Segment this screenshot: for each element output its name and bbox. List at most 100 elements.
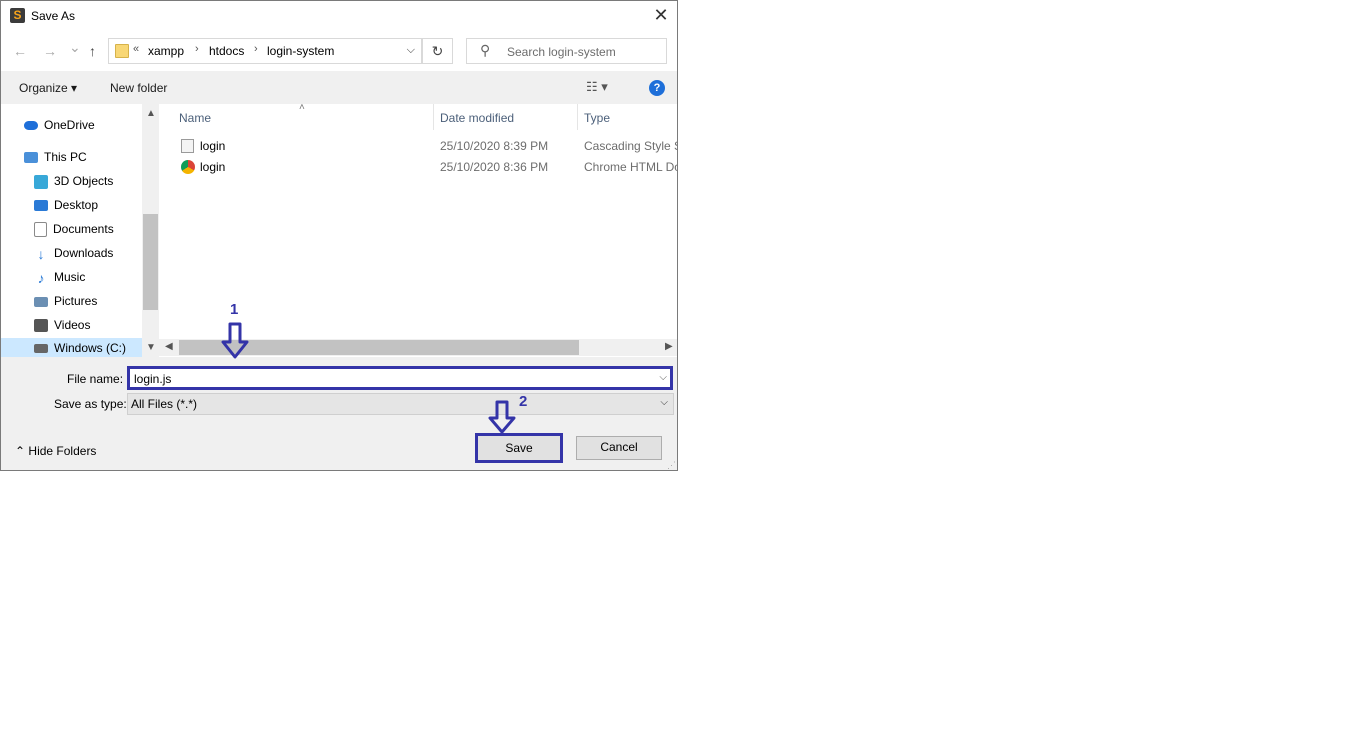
column-header-type[interactable]: Type bbox=[584, 111, 610, 125]
drive-icon bbox=[34, 344, 48, 354]
title-bar: S Save As ✕ bbox=[1, 1, 677, 31]
sidebar-item-label: Videos bbox=[54, 318, 91, 332]
sidebar-item-onedrive[interactable]: OneDrive bbox=[24, 115, 95, 135]
cloud-icon bbox=[24, 121, 38, 131]
breadcrumb-xampp[interactable]: xampp bbox=[148, 44, 184, 58]
picture-icon bbox=[34, 296, 48, 307]
sidebar-item-label: Desktop bbox=[54, 198, 99, 212]
file-type: Chrome HTML Do... bbox=[584, 160, 677, 174]
file-name: login bbox=[200, 160, 226, 174]
breadcrumb-htdocs[interactable]: htdocs bbox=[209, 44, 244, 58]
sidebar-scrollbar[interactable]: ▲ ▼ bbox=[142, 104, 159, 357]
annotation-step-2: 2 bbox=[519, 393, 528, 410]
sidebar-item-this-pc[interactable]: This PC bbox=[24, 147, 87, 167]
scroll-left-icon[interactable]: ◀ bbox=[165, 341, 173, 352]
file-name-input[interactable]: login.js ⌵ bbox=[127, 366, 673, 390]
sidebar-item-downloads[interactable]: ↓ Downloads bbox=[34, 243, 114, 263]
sidebar-item-label: Downloads bbox=[54, 246, 114, 260]
scrollbar-thumb[interactable] bbox=[143, 214, 158, 310]
computer-icon bbox=[24, 152, 38, 164]
refresh-icon[interactable]: ↻ bbox=[422, 38, 453, 64]
file-name-value: login.js bbox=[134, 372, 172, 386]
sidebar-item-label: Pictures bbox=[54, 294, 98, 308]
cancel-button[interactable]: Cancel bbox=[576, 436, 662, 460]
desktop-icon bbox=[34, 200, 48, 212]
chevron-up-icon: ⌃ bbox=[15, 444, 26, 458]
resize-grip-icon[interactable]: ⋰ bbox=[667, 460, 676, 471]
breadcrumb-login-system[interactable]: login-system bbox=[267, 44, 334, 58]
sidebar-item-label: 3D Objects bbox=[54, 174, 114, 188]
search-placeholder: Search login-system bbox=[507, 45, 616, 59]
scroll-right-icon[interactable]: ▶ bbox=[665, 341, 673, 352]
breadcrumb-overflow[interactable]: « bbox=[133, 43, 139, 55]
music-icon: ♪ bbox=[37, 269, 45, 286]
navigation-pane: OneDrive This PC 3D Objects Desktop Docu… bbox=[1, 104, 159, 357]
sidebar-item-3d-objects[interactable]: 3D Objects bbox=[34, 171, 113, 191]
table-row[interactable]: login 25/10/2020 8:36 PM Chrome HTML Do.… bbox=[159, 157, 677, 178]
navigation-bar: ← → ⌄ ↑ « xampp › htdocs › login-system … bbox=[1, 31, 677, 71]
document-icon bbox=[34, 222, 47, 238]
sidebar-item-label: Documents bbox=[53, 222, 114, 236]
new-folder-button[interactable]: New folder bbox=[110, 81, 167, 95]
address-bar[interactable]: « xampp › htdocs › login-system ⌵ bbox=[108, 38, 422, 64]
save-type-select[interactable]: All Files (*.*) ⌵ bbox=[127, 393, 674, 415]
file-date: 25/10/2020 8:39 PM bbox=[440, 139, 549, 153]
save-as-dialog: S Save As ✕ ← → ⌄ ↑ « xampp › htdocs › l… bbox=[0, 0, 678, 471]
folder-icon bbox=[115, 44, 129, 58]
forward-arrow-icon[interactable]: → bbox=[43, 43, 57, 59]
column-divider[interactable] bbox=[577, 104, 578, 130]
save-type-label: Save as type: bbox=[54, 397, 127, 411]
annotation-step-1: 1 bbox=[230, 301, 239, 318]
download-icon: ↓ bbox=[37, 245, 45, 262]
view-options-icon[interactable]: ☷ ▾ bbox=[586, 79, 608, 95]
hide-folders-button[interactable]: ⌃ Hide Folders bbox=[15, 444, 96, 458]
file-date: 25/10/2020 8:36 PM bbox=[440, 160, 549, 174]
sidebar-item-desktop[interactable]: Desktop bbox=[34, 195, 98, 215]
file-list: ˄ Name Date modified Type login 25/10/20… bbox=[159, 104, 677, 357]
sidebar-item-windows-c[interactable]: Windows (C:) bbox=[1, 338, 142, 357]
hide-folders-label: Hide Folders bbox=[28, 444, 97, 458]
sidebar-item-label: OneDrive bbox=[44, 118, 95, 132]
sort-caret-icon: ˄ bbox=[299, 104, 305, 113]
organize-button[interactable]: Organize ▾ bbox=[19, 81, 77, 95]
column-header-name[interactable]: Name bbox=[179, 111, 211, 125]
chevron-down-icon[interactable]: ⌵ bbox=[407, 44, 415, 57]
sublime-app-icon: S bbox=[10, 8, 25, 23]
window-title: Save As bbox=[31, 9, 76, 23]
file-name: login bbox=[200, 139, 226, 153]
column-divider[interactable] bbox=[433, 104, 434, 130]
search-icon: ⚲ bbox=[480, 42, 491, 58]
breadcrumb-separator: › bbox=[254, 43, 258, 55]
save-type-value: All Files (*.*) bbox=[131, 397, 198, 411]
annotation-arrow-2 bbox=[488, 400, 516, 434]
sidebar-item-documents[interactable]: Documents bbox=[34, 219, 114, 239]
sidebar-item-videos[interactable]: Videos bbox=[34, 315, 90, 335]
up-arrow-icon[interactable]: ↑ bbox=[89, 43, 96, 59]
column-header-date[interactable]: Date modified bbox=[440, 111, 514, 125]
cube-icon bbox=[34, 174, 48, 189]
video-icon bbox=[34, 319, 48, 333]
file-type: Cascading Style S... bbox=[584, 139, 677, 153]
sidebar-item-label: Windows (C:) bbox=[54, 341, 127, 355]
sidebar-item-label: Music bbox=[54, 270, 86, 284]
sidebar-item-pictures[interactable]: Pictures bbox=[34, 291, 97, 311]
close-icon[interactable]: ✕ bbox=[651, 5, 671, 25]
save-button[interactable]: Save bbox=[475, 433, 563, 463]
css-file-icon bbox=[181, 139, 194, 153]
annotation-arrow-1 bbox=[221, 322, 249, 359]
scroll-down-icon[interactable]: ▼ bbox=[146, 342, 156, 353]
file-name-label: File name: bbox=[67, 372, 124, 386]
sidebar-item-music[interactable]: ♪ Music bbox=[34, 267, 86, 287]
search-input[interactable]: ⚲ Search login-system bbox=[466, 38, 667, 64]
chevron-down-icon: ⌵ bbox=[660, 397, 668, 408]
back-arrow-icon[interactable]: ← bbox=[13, 43, 27, 59]
command-bar: Organize ▾ New folder ☷ ▾ ? bbox=[1, 71, 677, 104]
breadcrumb-separator: › bbox=[195, 43, 199, 55]
chrome-icon bbox=[181, 160, 195, 174]
chevron-down-icon[interactable]: ⌵ bbox=[659, 372, 667, 383]
help-icon[interactable]: ? bbox=[649, 80, 665, 96]
table-row[interactable]: login 25/10/2020 8:39 PM Cascading Style… bbox=[159, 136, 677, 157]
recent-locations-icon[interactable]: ⌄ bbox=[69, 39, 81, 56]
sidebar-item-label: This PC bbox=[44, 150, 87, 164]
scroll-up-icon[interactable]: ▲ bbox=[146, 108, 156, 119]
